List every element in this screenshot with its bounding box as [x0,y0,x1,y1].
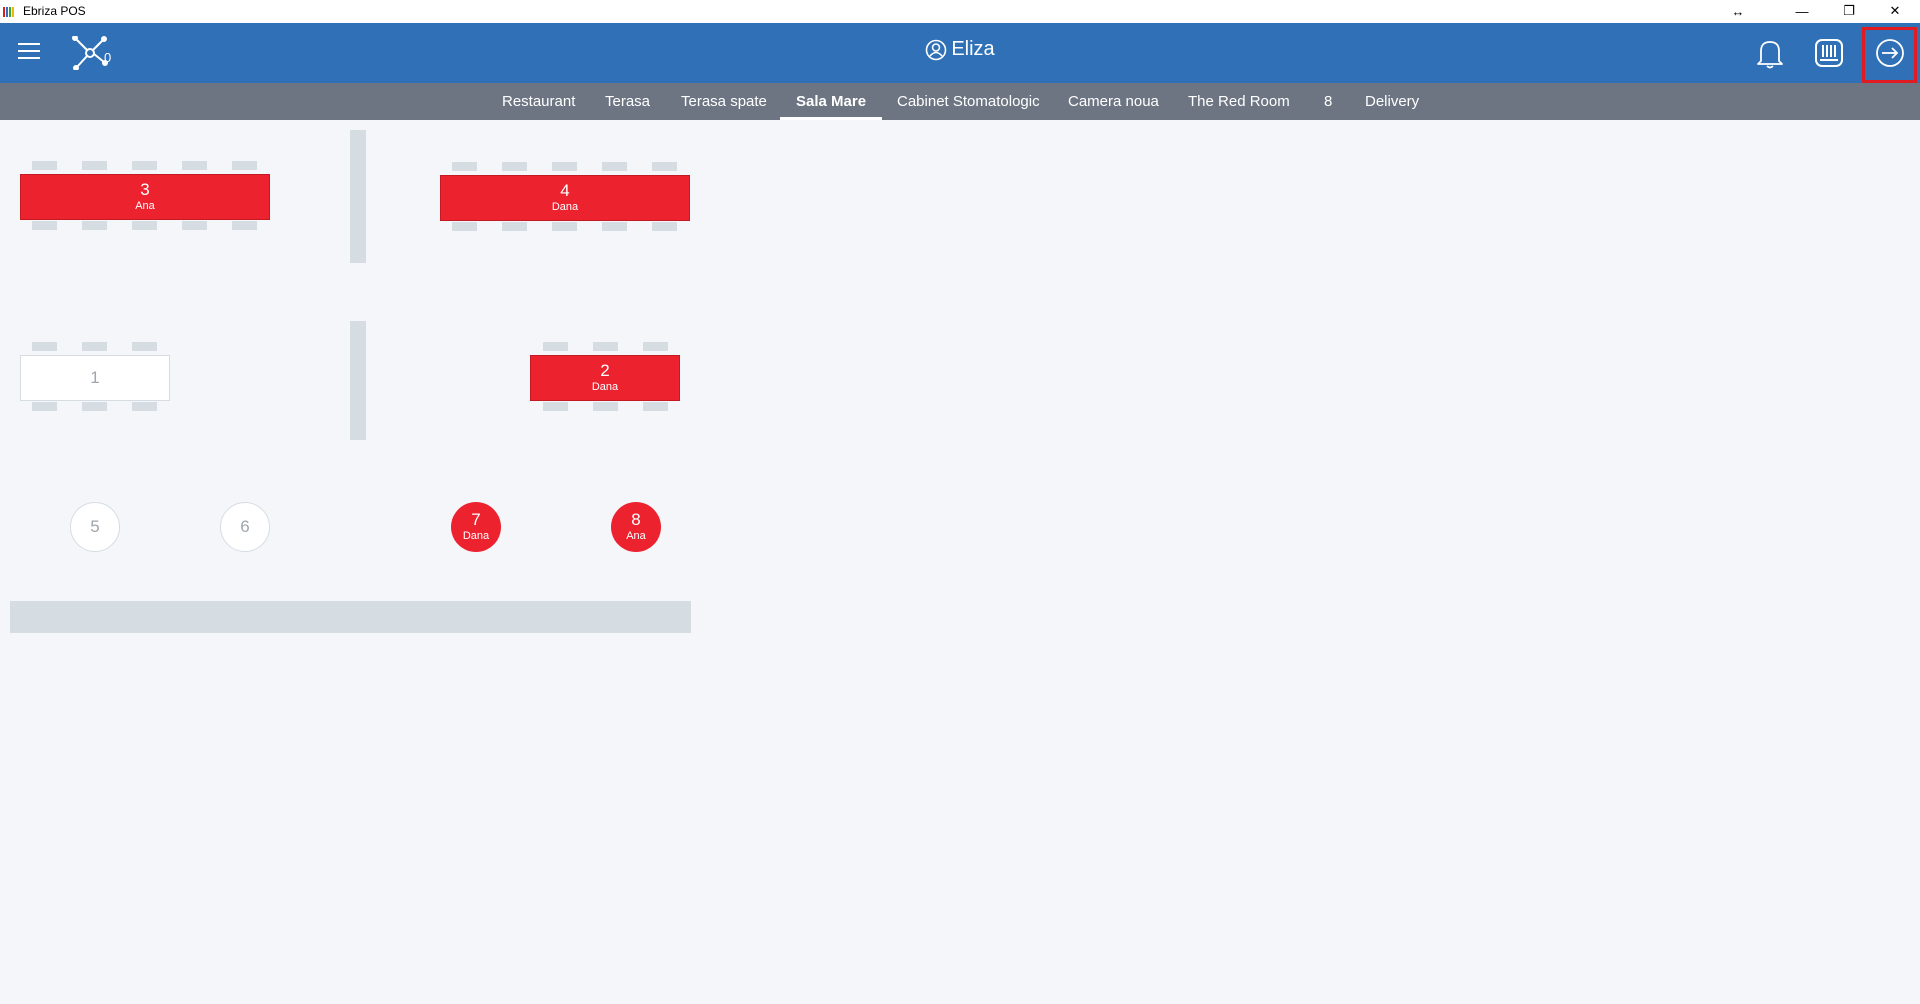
table-number: 7 [471,510,481,529]
table-2[interactable]: 2 Dana [530,355,680,401]
chair [602,162,627,171]
chair [452,222,477,231]
chair [132,342,157,351]
chair [643,342,668,351]
chair [552,162,577,171]
table-4[interactable]: 4 Dana [440,175,690,221]
chair [182,161,207,170]
chair [543,402,568,411]
notifications-button[interactable] [1751,34,1789,72]
table-5[interactable]: 5 [70,502,120,552]
tab-8[interactable]: 8 [1308,83,1348,120]
chair [182,221,207,230]
fiscal-printer-button[interactable] [1810,34,1848,72]
chair [502,222,527,231]
restore-button[interactable]: ❐ [1826,0,1872,22]
table-waiter: Dana [551,201,579,213]
chair [32,402,57,411]
chair [593,342,618,351]
table-waiter: Ana [135,200,155,212]
cash-register-icon [1815,39,1843,67]
table-number: 1 [90,368,100,387]
tab-restaurant[interactable]: Restaurant [486,83,591,120]
table-number: 6 [240,517,250,536]
user-name: Eliza [951,38,995,60]
chair [82,221,107,230]
user-icon [926,39,947,60]
table-7[interactable]: 7 Dana [451,502,501,552]
close-button[interactable]: ✕ [1872,0,1918,22]
bar-counter [10,601,691,633]
tab-cabinet-stomatologic[interactable]: Cabinet Stomatologic [881,83,1056,120]
chair [643,402,668,411]
chair [232,221,257,230]
chair [232,161,257,170]
ebriza-logo-icon [3,6,21,17]
chair [602,222,627,231]
tab-the-red-room[interactable]: The Red Room [1172,83,1306,120]
chair [502,162,527,171]
chair [652,222,677,231]
bell-icon [1757,41,1783,69]
table-number: 8 [631,510,641,529]
window-title: Ebriza POS [23,4,86,18]
table-number: 2 [600,361,610,380]
chair [32,342,57,351]
tab-terasa-spate[interactable]: Terasa spate [665,83,783,120]
table-1[interactable]: 1 [20,355,170,401]
chair [32,161,57,170]
tab-delivery[interactable]: Delivery [1349,83,1435,120]
table-number: 4 [560,181,570,200]
table-waiter: Dana [591,381,619,393]
chair [32,221,57,230]
partition-wall [350,321,366,440]
table-8[interactable]: 8 Ana [611,502,661,552]
chair [452,162,477,171]
table-6[interactable]: 6 [220,502,270,552]
table-waiter: Ana [626,530,646,542]
table-waiter: Dana [462,530,490,542]
chair [82,161,107,170]
window-titlebar: Ebriza POS ↔ — ❐ ✕ [0,0,1920,23]
chair [82,402,107,411]
logout-highlight-box [1862,27,1917,83]
menu-icon[interactable] [18,43,40,61]
user-button[interactable]: Eliza [925,38,995,61]
table-number: 5 [90,517,100,536]
minimize-button[interactable]: — [1779,0,1825,22]
chair [132,402,157,411]
table-number: 3 [140,180,150,199]
chair [543,342,568,351]
chair [593,402,618,411]
floor-plan: 3 Ana 4 Dana 1 2 Dana 5 6 7 Dana 8 Ana [0,120,1920,1004]
chair [552,222,577,231]
chair [132,221,157,230]
resize-arrows-icon[interactable]: ↔ [1715,0,1761,22]
chair [82,342,107,351]
tab-terasa[interactable]: Terasa [589,83,666,120]
tab-sala-mare[interactable]: Sala Mare [780,83,883,120]
tab-camera-noua[interactable]: Camera noua [1052,83,1175,120]
network-count: 0 [104,50,112,65]
chair [132,161,157,170]
room-tabs: Restaurant Terasa Terasa spate Sala Mare… [0,83,1920,120]
partition-wall [350,130,366,263]
table-3[interactable]: 3 Ana [20,174,270,220]
app-header: 0 Eliza [0,23,1920,83]
chair [652,162,677,171]
